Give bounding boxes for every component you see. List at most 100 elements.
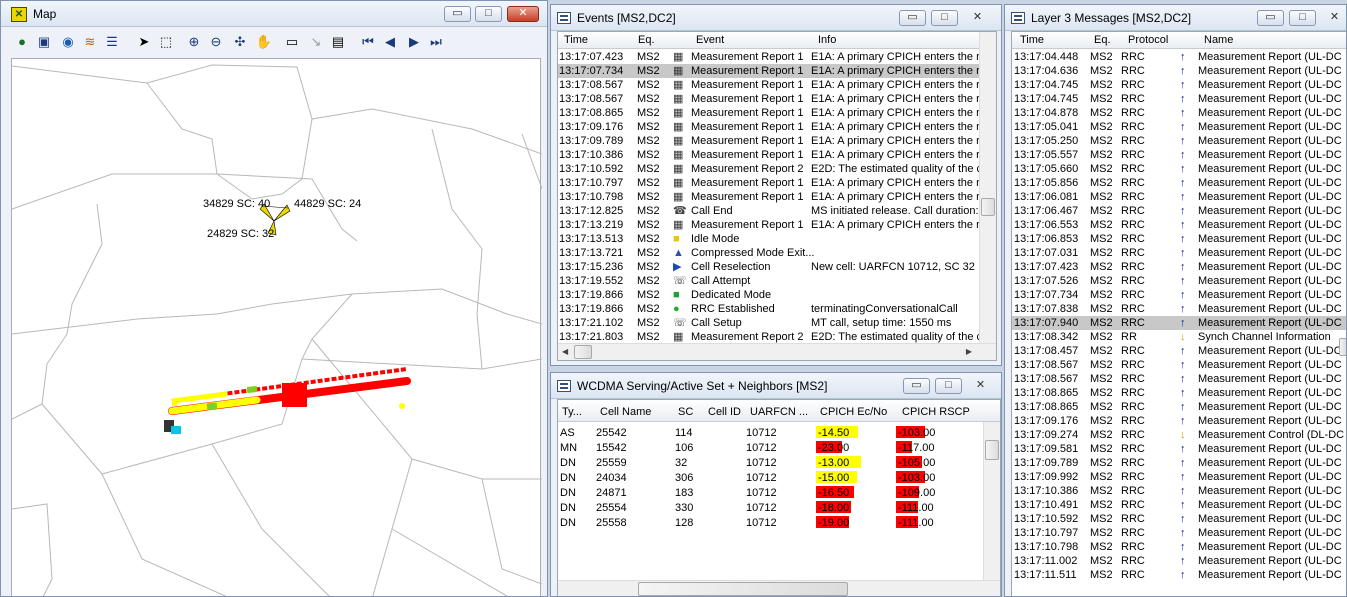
message-row[interactable]: 13:17:06.853 MS2 RRC ↑ Measurement Report (U… bbox=[1012, 232, 1346, 246]
message-row[interactable]: 13:17:06.467 MS2 RRC ↑ Measurement Report (U… bbox=[1012, 204, 1346, 218]
legend-icon[interactable]: ☰ bbox=[103, 33, 121, 51]
message-row[interactable]: 13:17:08.457 MS2 RRC ↑ Measurement Report (U… bbox=[1012, 344, 1346, 358]
cell-row[interactable]: DN 25559 32 10712 -13.00 -105.00 bbox=[558, 456, 983, 471]
message-row[interactable]: 13:17:11.002 MS2 RRC ↑ Measurement Report (U… bbox=[1012, 554, 1346, 568]
message-row[interactable]: 13:17:08.567 MS2 RRC ↑ Measurement Report (U… bbox=[1012, 372, 1346, 386]
pointer-icon[interactable]: ➤ bbox=[135, 33, 153, 51]
message-row[interactable]: 13:17:09.176 MS2 RRC ↑ Measurement Report (U… bbox=[1012, 414, 1346, 428]
message-row[interactable]: 13:17:09.274 MS2 RRC ↓ Measurement Control (… bbox=[1012, 428, 1346, 442]
message-row[interactable]: 13:17:08.342 MS2 RR ↓ Synch Channel Informat… bbox=[1012, 330, 1346, 344]
message-row[interactable]: 13:17:04.745 MS2 RRC ↑ Measurement Report (U… bbox=[1012, 78, 1346, 92]
message-row[interactable]: 13:17:04.878 MS2 RRC ↑ Measurement Report (U… bbox=[1012, 106, 1346, 120]
map-canvas[interactable]: 34829 SC: 40 44829 SC: 24 24829 SC: 32 bbox=[11, 58, 543, 596]
cell-row[interactable]: DN 24034 306 10712 -15.00 -103.00 bbox=[558, 471, 983, 486]
col-eq[interactable]: Eq. bbox=[638, 34, 655, 46]
message-row[interactable]: 13:17:07.734 MS2 RRC ↑ Measurement Report (U… bbox=[1012, 288, 1346, 302]
zoom-in-icon[interactable]: ⊕ bbox=[185, 33, 203, 51]
events-hscroll-thumb[interactable] bbox=[574, 345, 592, 359]
message-row[interactable]: 13:17:07.526 MS2 RRC ↑ Measurement Report (U… bbox=[1012, 274, 1346, 288]
message-row[interactable]: 13:17:04.636 MS2 RRC ↑ Measurement Report (U… bbox=[1012, 64, 1346, 78]
cell-row[interactable]: AS 25542 114 10712 -14.50 -103.00 bbox=[558, 426, 983, 441]
col-cell-name[interactable]: Cell Name bbox=[600, 406, 651, 418]
message-row[interactable]: 13:17:10.386 MS2 RRC ↑ Measurement Report (U… bbox=[1012, 484, 1346, 498]
select-region-icon[interactable]: ⬚ bbox=[157, 33, 175, 51]
zoom-out-icon[interactable]: ⊖ bbox=[207, 33, 225, 51]
close-button[interactable]: ✕ bbox=[967, 378, 994, 394]
layer3-titlebar[interactable]: Layer 3 Messages [MS2,DC2] ▭ □ ✕ bbox=[1005, 5, 1346, 31]
message-row[interactable]: 13:17:10.798 MS2 RRC ↑ Measurement Report (U… bbox=[1012, 540, 1346, 554]
first-icon[interactable]: ⏮ bbox=[359, 33, 377, 51]
col-event[interactable]: Event bbox=[696, 34, 724, 46]
properties-icon[interactable]: ▤ bbox=[329, 33, 347, 51]
layer3-vscroll-thumb[interactable] bbox=[1339, 338, 1346, 356]
col-time[interactable]: Time bbox=[1020, 34, 1044, 46]
cell-row[interactable]: DN 25554 330 10712 -18.00 -111.00 bbox=[558, 501, 983, 516]
layers-icon[interactable]: ≋ bbox=[81, 33, 99, 51]
message-row[interactable]: 13:17:05.660 MS2 RRC ↑ Measurement Report (U… bbox=[1012, 162, 1346, 176]
minimize-button[interactable]: ▭ bbox=[444, 6, 471, 22]
events-vscroll[interactable] bbox=[979, 32, 996, 343]
message-row[interactable]: 13:17:09.581 MS2 RRC ↑ Measurement Report (U… bbox=[1012, 442, 1346, 456]
zoom-extent-icon[interactable]: ✣ bbox=[231, 33, 249, 51]
maximize-button[interactable]: □ bbox=[935, 378, 962, 394]
event-row[interactable]: 13:17:09.176 MS2 ▦ Measurement Report 1 E1A:… bbox=[558, 120, 981, 134]
wcdma-hscroll-thumb[interactable] bbox=[638, 582, 848, 596]
ruler-icon[interactable]: ▭ bbox=[283, 33, 301, 51]
event-row[interactable]: 13:17:15.236 MS2 ▶ Cell Reselection New cell… bbox=[558, 260, 979, 274]
event-row[interactable]: 13:17:13.219 MS2 ▦ Measurement Report 1 E1A:… bbox=[558, 218, 981, 232]
message-row[interactable]: 13:17:07.423 MS2 RRC ↑ Measurement Report (U… bbox=[1012, 260, 1346, 274]
message-row[interactable]: 13:17:06.081 MS2 RRC ↑ Measurement Report (U… bbox=[1012, 190, 1346, 204]
col-cell-id[interactable]: Cell ID bbox=[708, 406, 741, 418]
event-row[interactable]: 13:17:07.734 MS2 ▦ Measurement Report 1 E1A:… bbox=[558, 64, 981, 78]
event-row[interactable]: 13:17:13.513 MS2 ■ Idle Mode bbox=[558, 232, 979, 246]
col-cpich-ecno[interactable]: CPICH Ec/No bbox=[820, 406, 887, 418]
message-row[interactable]: 13:17:05.041 MS2 RRC ↑ Measurement Report (U… bbox=[1012, 120, 1346, 134]
message-row[interactable]: 13:17:08.567 MS2 RRC ↑ Measurement Report (U… bbox=[1012, 358, 1346, 372]
cell-row[interactable]: DN 25558 128 10712 -19.00 -111.00 bbox=[558, 516, 983, 531]
message-row[interactable]: 13:17:10.491 MS2 RRC ↑ Measurement Report (U… bbox=[1012, 498, 1346, 512]
minimize-button[interactable]: ▭ bbox=[1257, 10, 1284, 26]
next-icon[interactable]: ▶ bbox=[405, 33, 423, 51]
event-row[interactable]: 13:17:19.866 MS2 ● RRC Established terminati… bbox=[558, 302, 979, 316]
message-row[interactable]: 13:17:09.789 MS2 RRC ↑ Measurement Report (U… bbox=[1012, 456, 1346, 470]
wcdma-vscroll-thumb[interactable] bbox=[985, 440, 999, 460]
wcdma-vscroll[interactable] bbox=[983, 422, 1000, 580]
col-uarfcn[interactable]: UARFCN ... bbox=[750, 406, 808, 418]
event-row[interactable]: 13:17:08.567 MS2 ▦ Measurement Report 1 E1A:… bbox=[558, 92, 981, 106]
last-icon[interactable]: ⏭ bbox=[427, 33, 445, 51]
col-eq[interactable]: Eq. bbox=[1094, 34, 1111, 46]
message-row[interactable]: 13:17:04.745 MS2 RRC ↑ Measurement Report (U… bbox=[1012, 92, 1346, 106]
event-row[interactable]: 13:17:08.865 MS2 ▦ Measurement Report 1 E1A:… bbox=[558, 106, 981, 120]
event-row[interactable]: 13:17:07.423 MS2 ▦ Measurement Report 1 E1A:… bbox=[558, 50, 981, 64]
col-sc[interactable]: SC bbox=[678, 406, 693, 418]
message-row[interactable]: 13:17:04.448 MS2 RRC ↑ Measurement Report (U… bbox=[1012, 50, 1346, 64]
message-row[interactable]: 13:17:07.838 MS2 RRC ↑ Measurement Report (U… bbox=[1012, 302, 1346, 316]
message-row[interactable]: 13:17:08.865 MS2 RRC ↑ Measurement Report (U… bbox=[1012, 386, 1346, 400]
event-row[interactable]: 13:17:10.592 MS2 ▦ Measurement Report 2 E2D:… bbox=[558, 162, 981, 176]
message-row[interactable]: 13:17:10.797 MS2 RRC ↑ Measurement Report (U… bbox=[1012, 526, 1346, 540]
message-row[interactable]: 13:17:05.557 MS2 RRC ↑ Measurement Report (U… bbox=[1012, 148, 1346, 162]
col-type[interactable]: Ty... bbox=[562, 406, 582, 418]
event-row[interactable]: 13:17:09.789 MS2 ▦ Measurement Report 1 E1A:… bbox=[558, 134, 981, 148]
event-row[interactable]: 13:17:19.866 MS2 ■ Dedicated Mode bbox=[558, 288, 979, 302]
wcdma-titlebar[interactable]: WCDMA Serving/Active Set + Neighbors [MS… bbox=[551, 373, 1001, 399]
col-time[interactable]: Time bbox=[564, 34, 588, 46]
events-titlebar[interactable]: Events [MS2,DC2] ▭ □ ✕ bbox=[551, 5, 1001, 31]
previous-icon[interactable]: ◀ bbox=[381, 33, 399, 51]
message-row[interactable]: 13:17:11.511 MS2 RRC ↑ Measurement Report (U… bbox=[1012, 568, 1346, 582]
event-row[interactable]: 13:17:12.825 MS2 ☎ Call End MS initiated rel… bbox=[558, 204, 981, 218]
message-row[interactable]: 13:17:07.940 MS2 RRC ↑ Measurement Report (U… bbox=[1012, 316, 1346, 330]
event-row[interactable]: 13:17:21.803 MS2 ▦ Measurement Report 2 E2D:… bbox=[558, 330, 981, 344]
close-button[interactable]: ✕ bbox=[1321, 10, 1346, 26]
scroll-right-icon[interactable]: ▶ bbox=[966, 347, 972, 356]
events-vscroll-thumb[interactable] bbox=[981, 198, 995, 216]
pan-hand-icon[interactable]: ✋ bbox=[255, 33, 273, 51]
col-protocol[interactable]: Protocol bbox=[1128, 34, 1168, 46]
message-row[interactable]: 13:17:07.031 MS2 RRC ↑ Measurement Report (U… bbox=[1012, 246, 1346, 260]
maximize-button[interactable]: □ bbox=[1289, 10, 1316, 26]
close-button[interactable]: ✕ bbox=[964, 10, 991, 26]
maximize-button[interactable]: □ bbox=[931, 10, 958, 26]
message-row[interactable]: 13:17:06.553 MS2 RRC ↑ Measurement Report (U… bbox=[1012, 218, 1346, 232]
cell-row[interactable]: DN 24871 183 10712 -16.50 -109.00 bbox=[558, 486, 983, 501]
event-row[interactable]: 13:17:08.567 MS2 ▦ Measurement Report 1 E1A:… bbox=[558, 78, 981, 92]
